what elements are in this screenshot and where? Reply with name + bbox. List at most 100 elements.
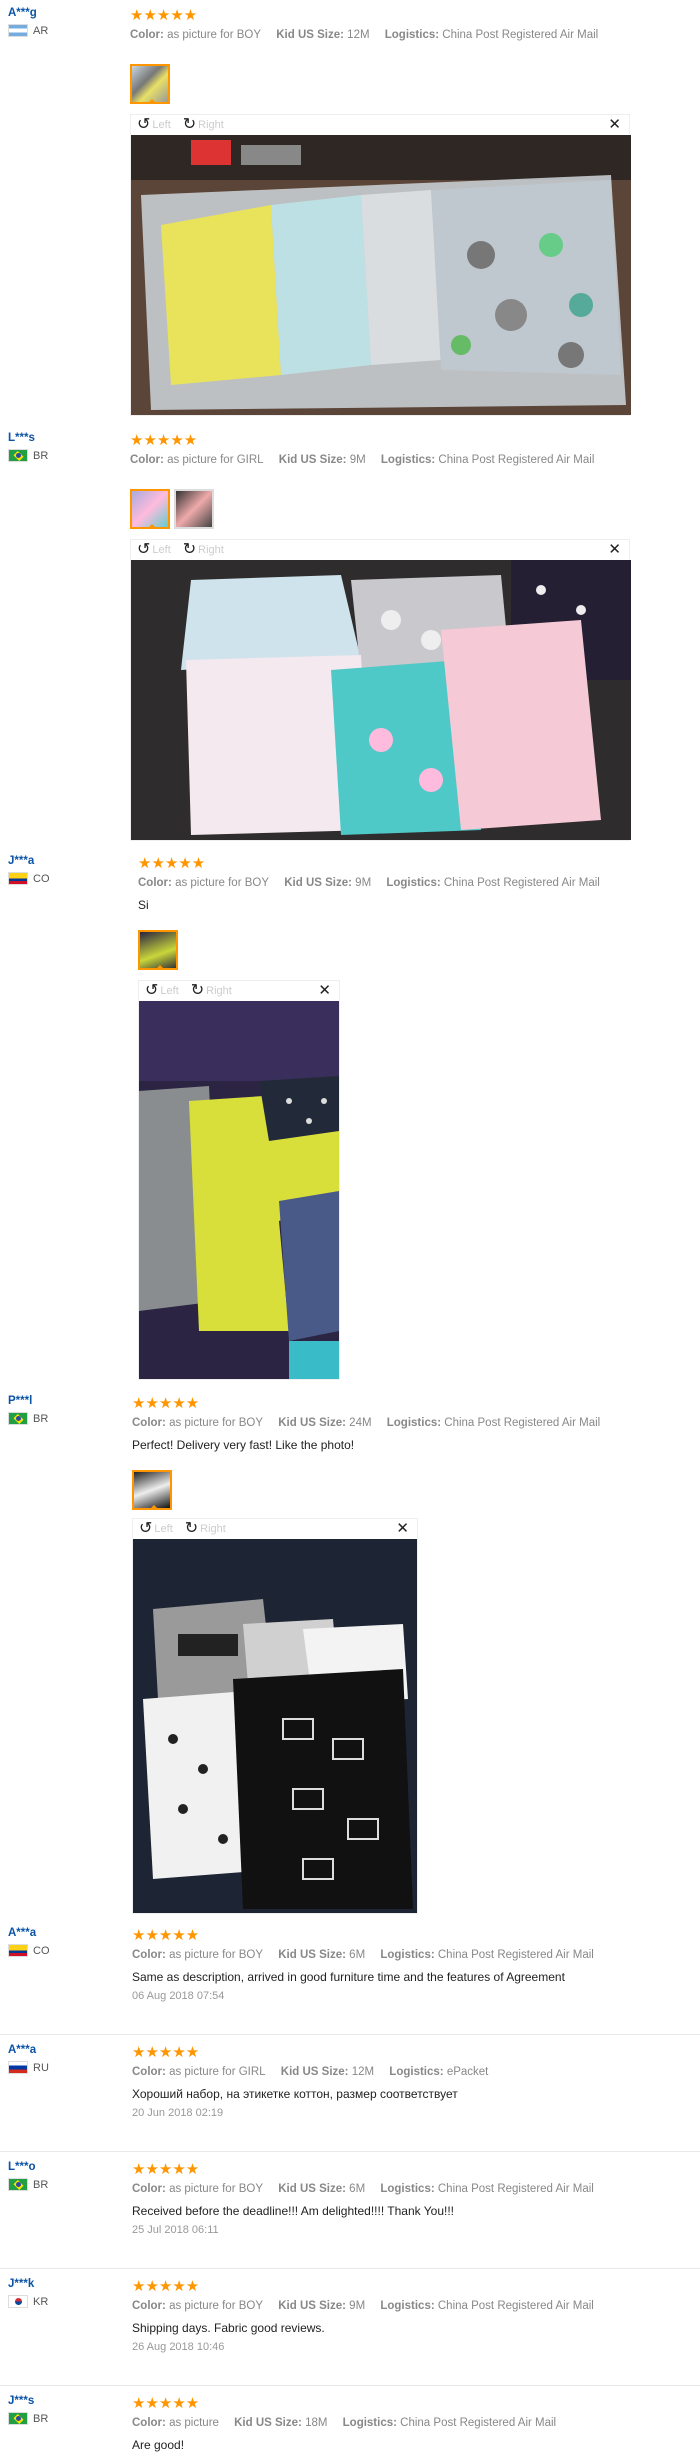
review-meta: Color: as picture for BOY Kid US Size: 9… — [132, 2298, 692, 2314]
rotate-right-button[interactable]: ↻ Right — [183, 117, 224, 133]
review-content: ★★★★★ Color: as picture for GIRL Kid US … — [132, 2045, 692, 2120]
photo-viewer: ↺ Left ↻ Right ✕ — [138, 980, 340, 1380]
flag-kr-icon — [8, 2295, 28, 2308]
color-label: Color: — [132, 2300, 166, 2312]
flag-ar-icon — [8, 24, 28, 37]
reviewer-name[interactable]: A***a — [8, 1926, 118, 1940]
reviewer-country: CO — [8, 872, 118, 885]
rotate-right-label: Right — [206, 985, 232, 997]
size-label: Kid US Size: — [278, 1417, 346, 1429]
reviewer-country: AR — [8, 24, 118, 37]
color-value: as picture for GIRL — [169, 2066, 266, 2078]
reviewer-name[interactable]: J***a — [8, 854, 118, 868]
review-date: 06 Aug 2018 07:54 — [132, 1990, 225, 2002]
photo-viewer: ↺ Left ↻ Right ✕ — [132, 1518, 418, 1914]
reviewer-name[interactable]: P***l — [8, 1394, 118, 1408]
rotate-left-label: Left — [152, 544, 171, 556]
rotate-left-button[interactable]: ↺ Left — [137, 542, 171, 558]
review-item: A***g AR ★★★★★ Color: as picture for BOY… — [0, 0, 700, 420]
review-text: Хороший набор, на этикетке коттон, разме… — [132, 2087, 458, 2101]
reviewer-name[interactable]: J***s — [8, 2394, 118, 2408]
reviewer-country: RU — [8, 2061, 118, 2074]
reviewer-name[interactable]: L***o — [8, 2160, 118, 2174]
country-code: BR — [33, 2178, 49, 2191]
close-icon[interactable]: ✕ — [396, 1520, 409, 1538]
rotate-left-button[interactable]: ↺ Left — [137, 117, 171, 133]
photo-thumbnail[interactable] — [130, 64, 170, 104]
color-value: as picture for BOY — [169, 1949, 264, 1961]
photo-viewer: ↺ Left ↻ Right ✕ — [130, 539, 631, 841]
rotate-left-icon: ↺ — [145, 982, 159, 999]
rating-stars: ★★★★★ — [132, 1395, 200, 1412]
logistics-label: Logistics: — [380, 1949, 435, 1961]
reviewer-country: BR — [8, 1412, 118, 1425]
review-content: ★★★★★ Color: as picture for BOY Kid US S… — [132, 2162, 692, 2237]
rotate-left-button[interactable]: ↺ Left — [145, 983, 179, 999]
color-value: as picture for GIRL — [167, 454, 264, 466]
rotate-right-button[interactable]: ↻ Right — [183, 542, 224, 558]
reviewer-info: A***a CO — [8, 1926, 118, 1957]
logistics-label: Logistics: — [380, 2300, 435, 2312]
reviewer-name[interactable]: A***a — [8, 2043, 118, 2057]
review-meta: Color: as picture for BOY Kid US Size: 6… — [132, 2181, 692, 2197]
size-label: Kid US Size: — [276, 29, 344, 41]
size-label: Kid US Size: — [278, 1949, 346, 1961]
color-value: as picture for BOY — [169, 2183, 264, 2195]
reviewer-info: A***a RU — [8, 2043, 118, 2074]
reviewer-name[interactable]: L***s — [8, 431, 118, 445]
review-meta: Color: as picture for GIRL Kid US Size: … — [130, 452, 692, 468]
logistics-label: Logistics: — [380, 454, 436, 466]
rotate-right-button[interactable]: ↻ Right — [191, 983, 232, 999]
photo-thumbnail[interactable] — [138, 930, 178, 970]
review-text: Perfect! Delivery very fast! Like the ph… — [132, 1438, 355, 1452]
photo-thumbnail[interactable] — [130, 489, 170, 529]
viewer-toolbar: ↺ Left ↻ Right ✕ — [139, 981, 339, 1001]
rotate-right-label: Right — [198, 119, 224, 131]
review-meta: Color: as picture for GIRL Kid US Size: … — [132, 2064, 692, 2080]
review-content: ★★★★★ Color: as picture Kid US Size: 18M… — [132, 2396, 692, 2453]
size-value: 9M — [349, 454, 366, 466]
size-label: Kid US Size: — [234, 2417, 302, 2429]
size-label: Kid US Size: — [280, 2066, 349, 2078]
photo-thumbnail[interactable] — [132, 1470, 172, 1510]
rating-stars: ★★★★★ — [132, 2044, 200, 2061]
review-meta: Color: as picture Kid US Size: 18M Logis… — [132, 2415, 692, 2431]
size-value: 18M — [305, 2417, 328, 2429]
review-text: Shipping days. Fabric good reviews. — [132, 2321, 325, 2335]
rotate-right-icon: ↻ — [190, 982, 205, 999]
country-code: KR — [33, 2295, 49, 2308]
flag-br-icon — [8, 449, 28, 462]
rotate-left-icon: ↺ — [137, 116, 151, 133]
review-content: ★★★★★ Color: as picture for BOY Kid US S… — [132, 1928, 692, 2003]
size-value: 12M — [347, 29, 370, 41]
size-value: 24M — [349, 1417, 372, 1429]
rating-stars: ★★★★★ — [132, 2278, 200, 2295]
close-icon[interactable]: ✕ — [608, 541, 621, 559]
country-code: BR — [33, 449, 49, 462]
reviewer-country: BR — [8, 2178, 118, 2191]
logistics-label: Logistics: — [386, 877, 441, 889]
review-content: ★★★★★ Color: as picture for BOY Kid US S… — [132, 1396, 692, 1453]
close-icon[interactable]: ✕ — [608, 116, 621, 134]
logistics-label: Logistics: — [342, 2417, 397, 2429]
photo-viewer: ↺ Left ↻ Right ✕ — [130, 114, 631, 416]
logistics-value: China Post Registered Air Mail — [442, 29, 599, 41]
rotate-left-button[interactable]: ↺ Left — [139, 1521, 173, 1537]
review-meta: Color: as picture for BOY Kid US Size: 6… — [132, 1947, 692, 1963]
rotate-right-button[interactable]: ↻ Right — [185, 1521, 226, 1537]
color-label: Color: — [132, 1949, 166, 1961]
photo-image — [131, 135, 631, 415]
review-photo — [131, 560, 631, 840]
review-meta: Color: as picture for BOY Kid US Size: 2… — [132, 1415, 692, 1431]
country-code: AR — [33, 24, 49, 37]
photo-thumbnail[interactable] — [174, 489, 214, 529]
close-icon[interactable]: ✕ — [318, 982, 331, 1000]
rotate-left-label: Left — [152, 119, 171, 131]
logistics-label: Logistics: — [380, 2183, 435, 2195]
rating-stars: ★★★★★ — [138, 855, 206, 872]
review-text: Si — [138, 898, 149, 912]
reviewer-name[interactable]: J***k — [8, 2277, 118, 2291]
reviewer-name[interactable]: A***g — [8, 6, 118, 20]
flag-co-icon — [8, 1944, 28, 1957]
reviewer-country: BR — [8, 449, 118, 462]
